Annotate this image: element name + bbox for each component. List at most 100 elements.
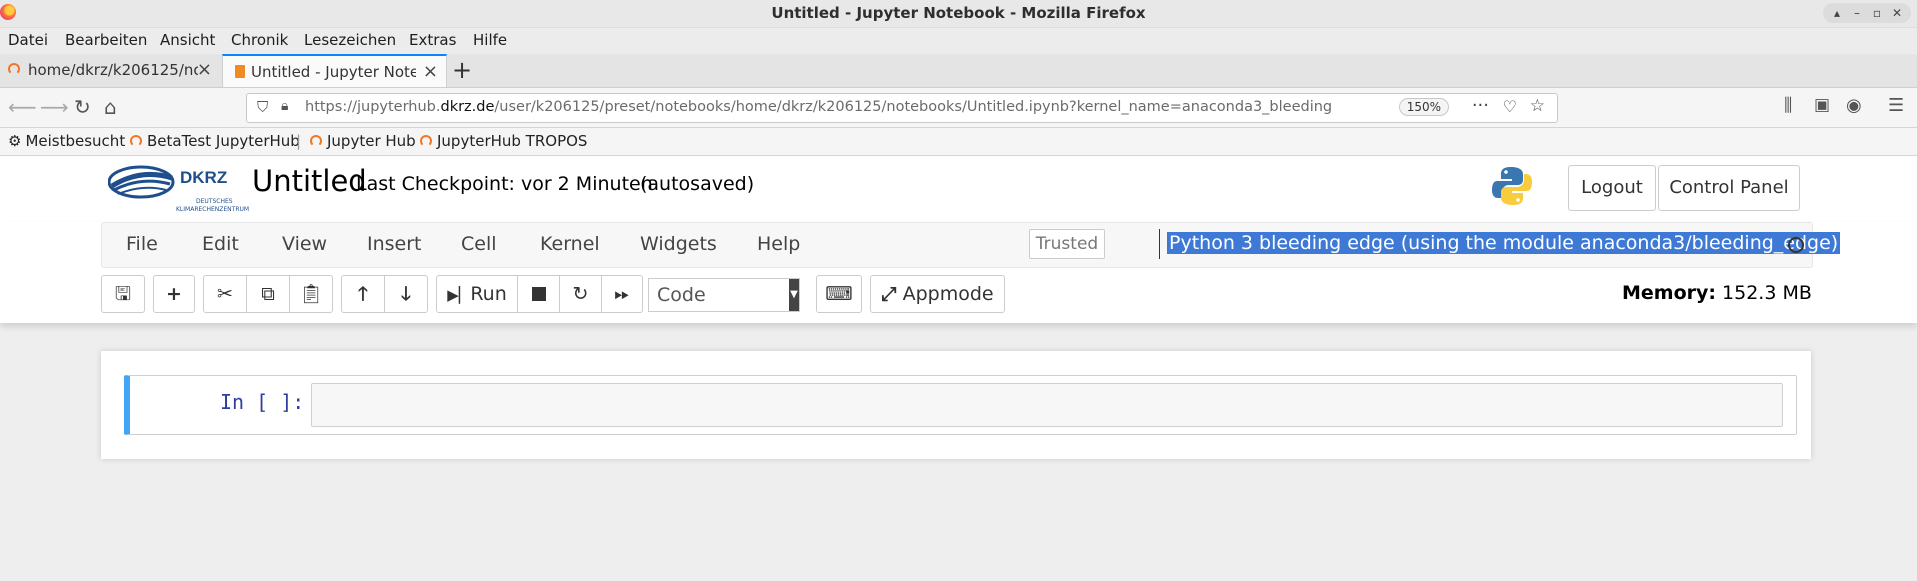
menu-kernel[interactable]: Kernel xyxy=(540,233,600,255)
cell-input-area[interactable] xyxy=(311,383,1783,427)
window-titlebar: Untitled - Jupyter Notebook - Mozilla Fi… xyxy=(0,0,1917,28)
bookmark-meistbesucht[interactable]: ⚙ Meistbesucht xyxy=(8,132,125,150)
paste-icon: 📋︎ xyxy=(298,283,324,305)
python-logo-icon xyxy=(1490,164,1534,208)
notebook-title[interactable]: Untitled xyxy=(252,164,367,198)
menu-help[interactable]: Help xyxy=(757,233,800,255)
notebook-menu-toolbar: File Edit View Insert Cell Kernel Widget… xyxy=(0,222,1917,323)
notebook-container: In [ ]: xyxy=(101,351,1811,459)
scissors-icon: ✂ xyxy=(217,283,233,305)
stop-icon xyxy=(531,287,546,301)
bookmarks-toolbar: ⚙ Meistbesucht BetaTest JupyterHub | Jupy… xyxy=(0,128,1917,156)
logo-subtitle-1: DEUTSCHES xyxy=(196,198,233,205)
shield-icon[interactable]: ⛉ xyxy=(257,98,268,116)
tab-untitled[interactable]: Untitled - Jupyter Notebo × xyxy=(222,54,447,87)
url-bar[interactable]: ⛉ 🔒︎ https://jupyterhub.dkrz.de/user/k20… xyxy=(246,93,1558,123)
home-icon[interactable]: ⌂ xyxy=(104,95,117,119)
cell-type-value: Code xyxy=(657,284,706,306)
tab-label: Untitled - Jupyter Notebo xyxy=(251,63,416,81)
command-palette-button[interactable]: ⌨ xyxy=(816,275,862,313)
notebook-menubar: File Edit View Insert Cell Kernel Widget… xyxy=(101,222,1841,268)
menu-hilfe[interactable]: Hilfe xyxy=(473,31,507,49)
run-button[interactable]: ▶▏Run xyxy=(436,275,518,313)
window-title: Untitled - Jupyter Notebook - Mozilla Fi… xyxy=(771,4,1146,22)
window-controls: ▴ – ▫ ✕ xyxy=(1823,3,1911,23)
bookmark-separator: | xyxy=(296,132,302,150)
url-text[interactable]: https://jupyterhub.dkrz.de/user/k206125/… xyxy=(305,99,1332,115)
account-icon[interactable]: ◉ xyxy=(1846,95,1862,116)
menu-widgets[interactable]: Widgets xyxy=(640,233,717,255)
text-cursor xyxy=(1159,229,1160,259)
dkrz-logo[interactable]: DKRZ DEUTSCHES KLIMARECHENZENTRUM xyxy=(107,164,249,214)
menu-lesezeichen[interactable]: Lesezeichen xyxy=(304,31,396,49)
save-button[interactable]: 🖫︎ xyxy=(101,275,145,313)
menu-insert[interactable]: Insert xyxy=(367,233,422,255)
jupyter-header: DKRZ DEUTSCHES KLIMARECHENZENTRUM Untitl… xyxy=(0,156,1917,222)
menu-datei[interactable]: Datei xyxy=(8,31,48,49)
menu-edit[interactable]: Edit xyxy=(202,233,239,255)
last-checkpoint: Last Checkpoint: vor 2 Minuten xyxy=(356,173,653,195)
step-forward-icon: ▶▏ xyxy=(447,286,471,304)
copy-icon: ⧉ xyxy=(261,283,275,305)
bookmark-betatest[interactable]: BetaTest JupyterHub xyxy=(130,132,300,150)
new-tab-icon[interactable]: + xyxy=(452,56,472,84)
menu-chronik[interactable]: Chronik xyxy=(231,31,288,49)
logout-button[interactable]: Logout xyxy=(1568,165,1656,211)
move-down-button[interactable]: 🡓 xyxy=(384,275,428,313)
jupyter-favicon-icon xyxy=(420,135,432,147)
window-up-icon[interactable]: ▴ xyxy=(1827,4,1847,22)
paste-button[interactable]: 📋︎ xyxy=(289,275,333,313)
jupyter-favicon-icon xyxy=(130,135,142,147)
sidebar-icon[interactable]: ▣ xyxy=(1814,95,1830,115)
back-icon[interactable]: ⟵ xyxy=(8,95,37,119)
trusted-badge[interactable]: Trusted xyxy=(1029,229,1105,259)
jupyter-favicon-icon xyxy=(8,63,20,75)
plus-icon: + xyxy=(166,283,182,305)
window-maximize-icon[interactable]: ▫ xyxy=(1867,4,1887,22)
cut-button[interactable]: ✂ xyxy=(203,275,247,313)
gear-icon: ⚙ xyxy=(8,132,22,150)
move-up-button[interactable]: 🡑 xyxy=(341,275,385,313)
restart-button[interactable]: ↻ xyxy=(559,275,602,313)
restart-run-all-button[interactable]: ⏩︎ xyxy=(601,275,643,313)
logo-text: DKRZ xyxy=(180,168,228,187)
library-icon[interactable]: ⫼ xyxy=(1784,95,1792,116)
code-cell[interactable]: In [ ]: xyxy=(124,375,1797,435)
save-icon: 🖫︎ xyxy=(114,283,132,305)
pocket-icon[interactable]: ♡ xyxy=(1503,97,1517,116)
cell-type-select[interactable]: Code ▼ xyxy=(648,278,800,312)
close-tab-icon[interactable]: × xyxy=(423,61,438,82)
close-tab-icon[interactable]: × xyxy=(197,59,212,80)
reload-icon[interactable]: ↻ xyxy=(74,95,91,119)
kernel-name[interactable]: Python 3 bleeding edge (using the module… xyxy=(1167,232,1841,254)
bookmark-jupyterhub[interactable]: Jupyter Hub xyxy=(310,132,416,150)
control-panel-button[interactable]: Control Panel xyxy=(1658,165,1800,211)
menu-file[interactable]: File xyxy=(126,233,158,255)
window-close-icon[interactable]: ✕ xyxy=(1887,4,1907,22)
menu-ansicht[interactable]: Ansicht xyxy=(160,31,215,49)
bookmark-star-icon[interactable]: ☆ xyxy=(1530,96,1545,116)
keyboard-icon: ⌨ xyxy=(825,283,853,305)
window-minimize-icon[interactable]: – xyxy=(1847,4,1867,22)
interrupt-button[interactable] xyxy=(517,275,560,313)
tab-label: home/dkrz/k206125/not xyxy=(28,61,198,79)
zoom-level[interactable]: 150% xyxy=(1398,98,1449,116)
appmode-label: Appmode xyxy=(902,283,994,305)
menu-view[interactable]: View xyxy=(282,233,327,255)
forward-icon[interactable]: ⟶ xyxy=(40,95,69,119)
autosave-status: (autosaved) xyxy=(640,173,755,195)
lock-icon[interactable]: 🔒︎ xyxy=(281,98,288,114)
menu-extras[interactable]: Extras xyxy=(409,31,456,49)
copy-button[interactable]: ⧉ xyxy=(246,275,290,313)
tab-home[interactable]: home/dkrz/k206125/not × xyxy=(0,54,220,86)
bookmark-tropos[interactable]: JupyterHub TROPOS xyxy=(420,132,587,150)
logo-subtitle-2: KLIMARECHENZENTRUM xyxy=(176,206,250,213)
menu-cell[interactable]: Cell xyxy=(461,233,497,255)
memory-usage: Memory: 152.3 MB xyxy=(1622,282,1812,304)
redo-icon: ↻ xyxy=(572,283,589,305)
menu-bearbeiten[interactable]: Bearbeiten xyxy=(65,31,147,49)
page-actions-icon[interactable]: ··· xyxy=(1472,95,1489,116)
appmode-button[interactable]: ⤢ Appmode xyxy=(870,275,1005,313)
insert-cell-button[interactable]: + xyxy=(153,275,195,313)
hamburger-menu-icon[interactable]: ☰ xyxy=(1888,95,1904,116)
